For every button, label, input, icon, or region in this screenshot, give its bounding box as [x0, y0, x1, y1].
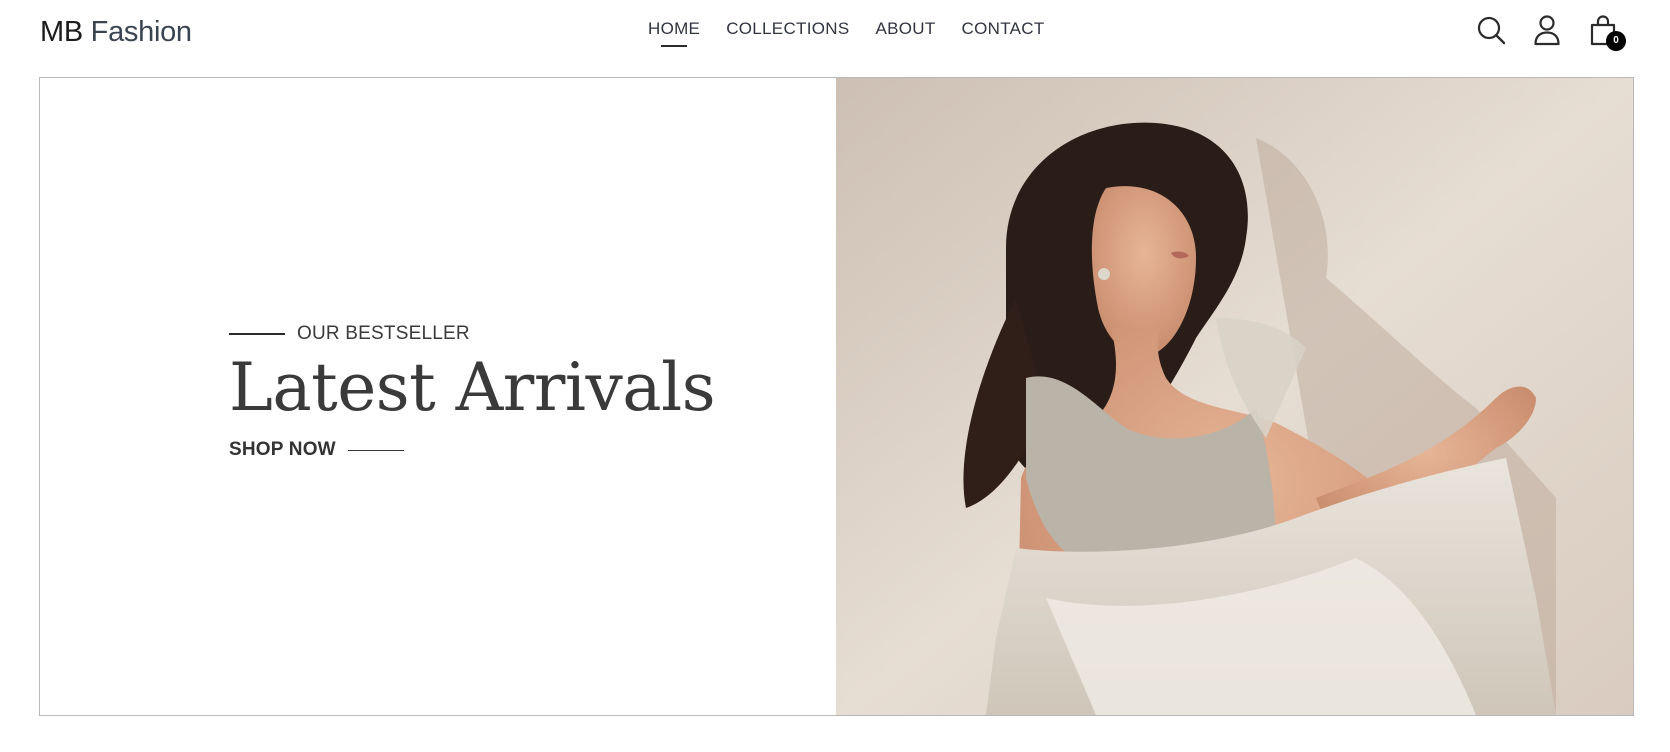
search-icon: [1477, 16, 1506, 45]
shop-now-link[interactable]: SHOP NOW: [229, 439, 715, 461]
model-photo-illustration: [836, 78, 1633, 715]
header-actions: 0: [1476, 14, 1626, 51]
hero-text-panel: OUR BESTSELLER Latest Arrivals SHOP NOW: [40, 78, 836, 715]
cart-button[interactable]: 0: [1588, 14, 1626, 51]
eyebrow-text: OUR BESTSELLER: [297, 323, 470, 344]
hero-image: [836, 78, 1633, 715]
eyebrow-divider: [229, 333, 285, 335]
hero-title: Latest Arrivals: [229, 349, 716, 426]
shop-now-divider: [347, 449, 404, 451]
account-button[interactable]: [1532, 14, 1562, 46]
search-button[interactable]: [1476, 14, 1506, 46]
brand-name-secondary: Fashion: [90, 16, 192, 48]
hero-content: OUR BESTSELLER Latest Arrivals SHOP NOW: [229, 323, 716, 461]
nav-item-about[interactable]: ABOUT: [875, 18, 935, 48]
site-header: MB Fashion HOME COLLECTIONS ABOUT CONTAC…: [0, 0, 1670, 76]
hero-banner: OUR BESTSELLER Latest Arrivals SHOP NOW: [39, 77, 1634, 716]
hero-eyebrow: OUR BESTSELLER: [229, 323, 715, 345]
main-navigation: HOME COLLECTIONS ABOUT CONTACT: [648, 18, 1045, 48]
brand-logo[interactable]: MB Fashion: [40, 14, 192, 50]
shop-now-label: SHOP NOW: [229, 439, 336, 460]
nav-item-home[interactable]: HOME: [648, 18, 700, 48]
nav-item-contact[interactable]: CONTACT: [962, 18, 1045, 48]
user-icon: [1534, 15, 1560, 46]
nav-item-collections[interactable]: COLLECTIONS: [726, 18, 849, 48]
cart-count-badge: 0: [1606, 31, 1626, 51]
brand-name-primary: MB: [40, 16, 83, 48]
